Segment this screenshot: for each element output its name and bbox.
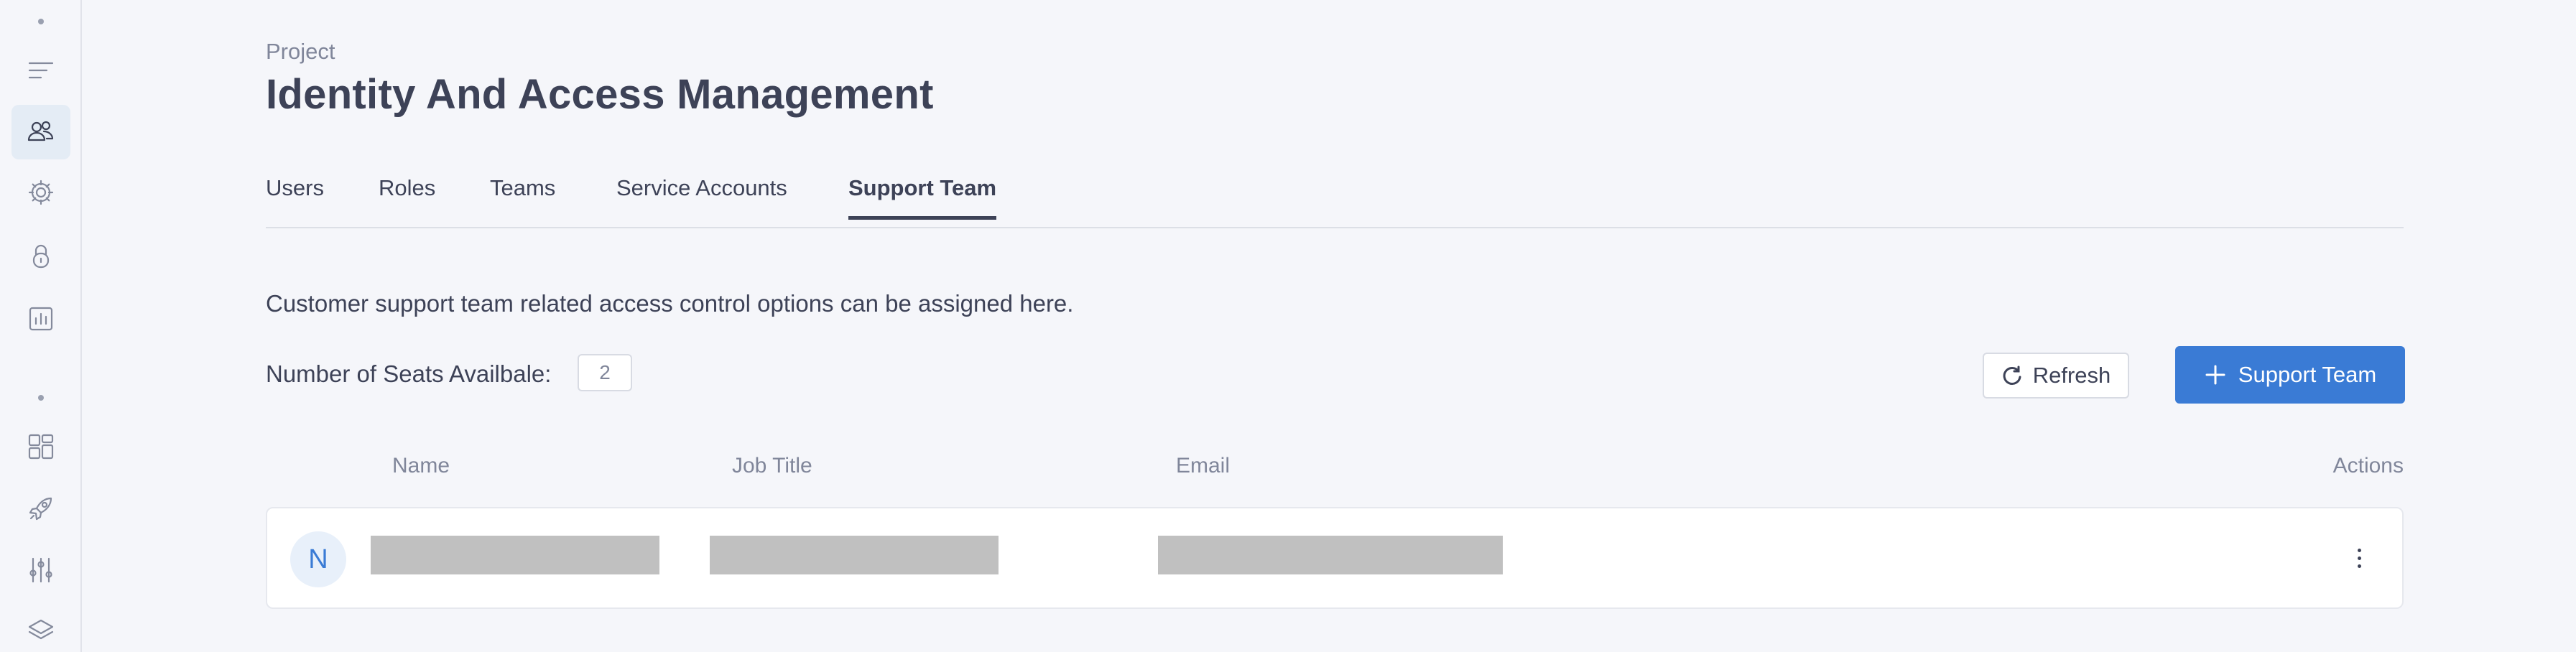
menu-lines-icon: [28, 62, 54, 79]
sidebar-item-launch[interactable]: [11, 481, 70, 536]
breadcrumb: Project: [266, 39, 335, 64]
column-header-job-title: Job Title: [732, 454, 812, 478]
seats-count-field[interactable]: 2: [578, 354, 632, 391]
sidebar-item-menu[interactable]: [11, 43, 70, 98]
seats-label: Number of Seats Availbale:: [266, 360, 552, 387]
sidebar-separator-dot: [38, 19, 44, 24]
bar-chart-icon: [29, 307, 53, 331]
column-header-actions: Actions: [2332, 454, 2404, 478]
tab-teams[interactable]: Teams: [490, 175, 555, 220]
refresh-button[interactable]: Refresh: [1983, 353, 2129, 399]
lock-icon: [32, 244, 50, 269]
page-title: Identity And Access Management: [266, 71, 934, 118]
sidebar-item-layers[interactable]: [11, 605, 70, 652]
row-actions-menu-icon[interactable]: [2345, 541, 2373, 574]
tab-users[interactable]: Users: [266, 175, 324, 220]
sidebar: [0, 0, 82, 652]
sidebar-item-security[interactable]: [11, 228, 70, 283]
redacted-name: [371, 536, 659, 574]
sidebar-item-dashboard[interactable]: [11, 419, 70, 474]
plus-icon: [2205, 365, 2225, 385]
sidebar-separator-dot: [38, 395, 44, 401]
sidebar-item-reports[interactable]: [11, 292, 70, 346]
table-row[interactable]: N: [266, 507, 2404, 609]
add-support-team-label: Support Team: [2238, 362, 2377, 387]
tab-service-accounts[interactable]: Service Accounts: [616, 175, 787, 220]
tab-support-team[interactable]: Support Team: [848, 175, 997, 220]
tab-bar: Users Roles Teams Service Accounts Suppo…: [266, 159, 2404, 228]
refresh-icon: [2003, 365, 2021, 385]
gear-icon: [28, 180, 54, 205]
column-header-name: Name: [392, 454, 450, 478]
users-icon: [27, 121, 54, 141]
add-support-team-button[interactable]: Support Team: [2175, 346, 2405, 404]
sidebar-item-controls[interactable]: [11, 543, 70, 597]
redacted-job-title: [710, 536, 999, 574]
sidebar-item-settings[interactable]: [11, 165, 70, 220]
sidebar-item-users[interactable]: [11, 105, 70, 159]
rocket-icon: [29, 497, 52, 521]
layers-icon: [28, 619, 54, 640]
sliders-icon: [29, 557, 52, 583]
tab-roles[interactable]: Roles: [379, 175, 435, 220]
column-header-email: Email: [1176, 454, 1231, 478]
refresh-button-label: Refresh: [2032, 363, 2111, 388]
section-description: Customer support team related access con…: [266, 290, 1074, 317]
main-content: Project Identity And Access Management U…: [266, 0, 2405, 652]
dashboard-grid-icon: [28, 434, 54, 460]
avatar: N: [290, 531, 346, 587]
redacted-email: [1158, 536, 1503, 574]
